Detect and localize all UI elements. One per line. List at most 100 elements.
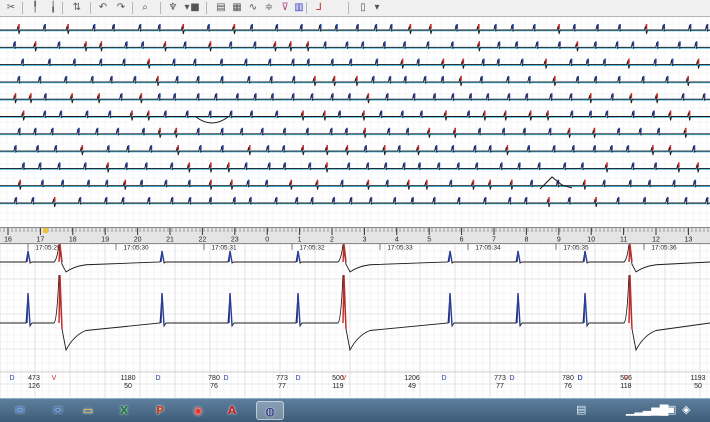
beat-annotation[interactable]: D [295, 375, 300, 382]
zoom-icon[interactable]: ⌕ [138, 1, 152, 15]
beat-annotation[interactable]: D [509, 375, 514, 382]
powerpoint-icon-glyph: P [155, 404, 165, 417]
explorer-folder-icon[interactable]: ▭ [74, 401, 102, 420]
thunderbird-icon[interactable]: ✉ [6, 401, 34, 420]
overview-ecg-row[interactable] [0, 179, 710, 190]
beat-type-label: D [9, 375, 14, 382]
normal-qrs-overlay [228, 250, 233, 263]
toolbar-separator [160, 2, 161, 14]
ruler-tick-label: 9 [557, 237, 561, 244]
marker3-icon[interactable]: ⇅ [70, 1, 84, 15]
histogram-icon[interactable]: ▥ [292, 1, 306, 15]
overview-ecg-trace [0, 146, 710, 156]
level-icon[interactable]: ≑ [262, 1, 276, 15]
beat-annotation[interactable]: 77377 [276, 375, 288, 390]
chrome-icon[interactable]: ◉ [184, 401, 212, 420]
filter-icon[interactable]: ⊽ [278, 1, 292, 15]
rr-interval-label: 1180 [120, 375, 135, 382]
beat-annotation[interactable]: V [52, 375, 57, 382]
ruler-tick-label: 5 [427, 237, 431, 244]
overview-ecg-trace [0, 59, 710, 69]
new-page-icon[interactable]: ▯ [356, 1, 370, 15]
ecg-app-icon[interactable]: ◍ [256, 401, 284, 420]
marker-icon[interactable]: ╿ [28, 1, 42, 15]
overview-ecg-trace [0, 128, 710, 138]
redo-icon[interactable]: ↷ [114, 1, 128, 15]
overview-ecg-panel[interactable] [0, 17, 710, 227]
overview-ecg-canvas[interactable] [0, 17, 710, 227]
beat-annotation[interactable]: 118050 [120, 375, 135, 390]
beat-type-label: V [624, 375, 629, 382]
beat-annotation-strip: D 473126V 118050D 78076D 77377D 500119V 120649… [0, 371, 710, 390]
heart-rate-label: 77 [496, 383, 504, 390]
acrobat-icon[interactable]: A [218, 401, 246, 420]
normal-qrs-overlay [296, 292, 301, 326]
save-icon[interactable]: ■ [188, 1, 202, 15]
rr-interval-label: 773 [494, 375, 506, 382]
beat-annotation[interactable]: 120649 [404, 375, 420, 390]
overview-ecg-row[interactable] [0, 127, 710, 138]
time-marker-label: 17:05:33 [387, 245, 413, 252]
time-marker-label: 17:05:34 [475, 245, 501, 252]
normal-qrs-overlay [160, 292, 165, 326]
overview-ecg-row[interactable] [0, 58, 710, 69]
ruler-tick-label: 2 [330, 237, 334, 244]
overview-ecg-row[interactable] [0, 197, 710, 208]
rr-interval-label: 1193 [690, 375, 705, 382]
rr-interval-label: 1206 [404, 375, 420, 382]
overview-ecg-row[interactable] [0, 110, 710, 121]
overview-ecg-row[interactable] [0, 41, 710, 52]
overview-ecg-row[interactable] [0, 75, 710, 87]
pin-icon[interactable]: ♆ [166, 1, 180, 15]
volume-icon[interactable]: ◈ [682, 403, 690, 416]
beat-type-label: V [52, 375, 57, 382]
beat-annotation[interactable]: V [342, 375, 347, 382]
beat-annotation[interactable]: D [155, 375, 160, 382]
beat-annotation[interactable]: D [577, 375, 582, 382]
beat-annotation[interactable]: 78076 [208, 375, 220, 390]
thunderbird2-icon[interactable]: ✉ [44, 401, 72, 420]
overview-ecg-trace [0, 24, 710, 35]
rr-interval-label: 773 [276, 375, 288, 382]
marker2-icon[interactable]: ╽ [46, 1, 60, 15]
scissors-icon[interactable]: ✂ [4, 1, 18, 15]
normal-qrs-overlay [583, 292, 588, 326]
ruler-tick-label: 4 [395, 237, 399, 244]
detail-ecg-panel[interactable]: 17:05:29 17:05:30 17:05:31 17:05:32 17:05:33… [0, 244, 710, 398]
printer-icon[interactable]: ▤ [214, 1, 228, 15]
overview-ecg-row[interactable] [0, 24, 710, 35]
excel-icon[interactable]: X [110, 401, 138, 420]
wave-icon[interactable]: ∿ [246, 1, 260, 15]
ruler-tick-label: 6 [460, 237, 464, 244]
toolbar-separator [90, 2, 91, 14]
toolbar: ✂ ╿ ╽ ⇅ ↶ ↷ ⌕ ♆ ▾ ■ ▤ ▦ ∿ ≑ ⊽ ▥ ⅃ ▯ ▾ [0, 0, 710, 17]
beat-annotation[interactable]: 78076 [562, 375, 574, 390]
normal-qrs-overlay [516, 250, 521, 263]
toolbar-separator [132, 2, 133, 14]
network-icon[interactable]: ▣ [666, 403, 676, 416]
beat-annotation[interactable]: D [223, 375, 228, 382]
undo-icon[interactable]: ↶ [96, 1, 110, 15]
beat-type-label: D [441, 375, 446, 382]
beat-annotation[interactable]: V [624, 375, 629, 382]
normal-qrs-overlay [26, 292, 31, 326]
system-tray: ▤ ▁▂▃▅▇ ▣ ◈ [576, 402, 706, 420]
powerpoint-icon[interactable]: P [146, 401, 174, 420]
ecg-app-icon-glyph: ◍ [265, 405, 275, 418]
dropdown2-icon[interactable]: ▾ [370, 1, 384, 15]
overview-ecg-row[interactable] [0, 93, 710, 104]
printer-tray-icon[interactable]: ▤ [576, 403, 586, 416]
grid-icon[interactable]: ▦ [230, 1, 244, 15]
ruler-position-marker[interactable] [43, 228, 48, 233]
heart-rate-label: 119 [332, 383, 343, 390]
beat-annotation[interactable]: D [441, 375, 446, 382]
time-marker-label: 17:05:36 [651, 245, 677, 252]
time-ruler[interactable]: 16 17 18 19 20 21 22 23 0 1 2 3 4 5 6 7 8 9 10 11 12 13 [0, 227, 710, 244]
signal-bars-icon[interactable]: ▁▂▃▅▇ [626, 403, 668, 416]
detail-grid [0, 244, 710, 398]
beat-type-label: D [577, 375, 582, 382]
graph-icon[interactable]: ⅃ [312, 1, 326, 15]
normal-qrs-overlay [448, 292, 453, 326]
detail-ecg-canvas[interactable]: 17:05:29 17:05:30 17:05:31 17:05:32 17:05:33… [0, 244, 710, 398]
time-marker-label: 17:05:30 [123, 245, 149, 252]
